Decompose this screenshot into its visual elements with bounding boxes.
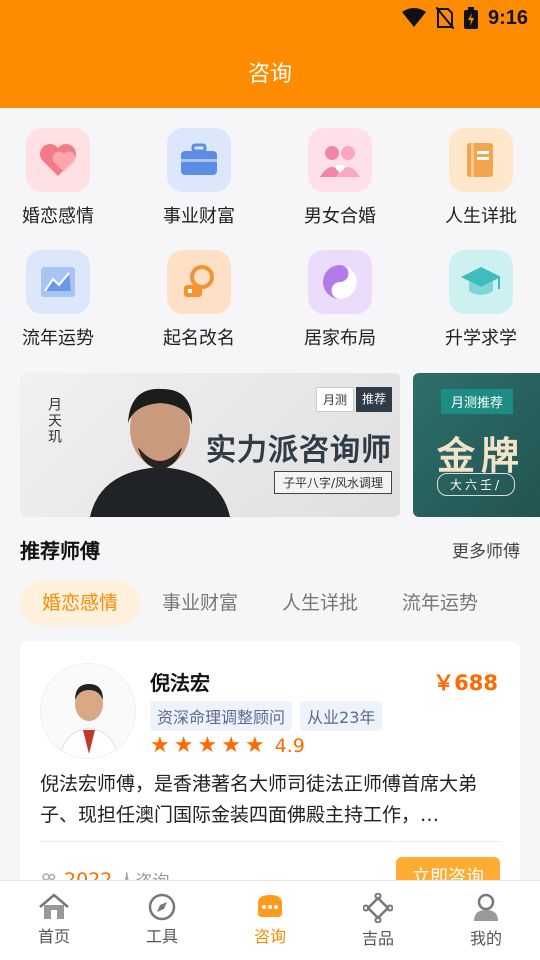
banner-carousel[interactable]: 月天玑 月测 推荐 实力派咨询师 子平八字/风水调理 月测推荐 金牌 大六壬/ <box>20 373 540 517</box>
master-tag: 资深命理调整顾问 <box>150 701 293 731</box>
rating: ★ ★ ★ ★ ★ 4.9 <box>150 733 305 758</box>
category-item-marriage-match[interactable]: 男女合婚 <box>270 128 410 228</box>
category-item-yearly-fortune[interactable]: 流年运势 <box>0 250 128 350</box>
nav-label: 工具 <box>145 927 178 946</box>
category-label: 起名改名 <box>163 328 235 349</box>
couple-icon <box>308 128 372 192</box>
banner-tag: 月测推荐 <box>441 389 514 414</box>
status-time: 9:16 <box>487 6 528 29</box>
user-icon <box>474 893 498 921</box>
divider <box>40 841 502 842</box>
category-label: 事业财富 <box>163 206 235 227</box>
category-grid: 婚恋感情 事业财富 男女合婚 人生详批 流年运势 起名改名 居家布局 升学求学 <box>0 108 540 358</box>
yinyang-icon <box>308 250 372 314</box>
battery-icon <box>463 7 478 29</box>
master-card[interactable]: 倪法宏 ￥688 资深命理调整顾问 从业23年 ★ ★ ★ ★ ★ 4.9 倪法… <box>20 641 520 901</box>
tab-yearly-fortune[interactable]: 流年运势 <box>380 580 500 626</box>
master-description: 倪法宏师傅，是香港著名大师司徒法正师傅首席大弟子、现担任澳门国际金装四面佛殿主持… <box>40 773 478 826</box>
section-header: 推荐师傅 更多师傅 <box>20 534 520 564</box>
banner-seal-text: 月天玑 <box>46 397 62 445</box>
nav-consult[interactable]: 咨询 <box>216 881 324 960</box>
home-icon <box>39 893 69 919</box>
name-icon <box>167 250 231 314</box>
bottom-nav: 首页 工具 咨询 吉品 我的 <box>0 880 540 960</box>
chat-icon <box>258 895 282 917</box>
star-icon: ★ <box>173 733 194 758</box>
header-bar: 9:16 咨询 <box>0 0 540 108</box>
knot-icon <box>363 893 393 923</box>
chart-icon <box>26 250 90 314</box>
category-label: 升学求学 <box>445 328 517 349</box>
star-icon: ★ <box>221 733 241 758</box>
nav-label: 吉品 <box>361 929 394 948</box>
status-bar: 9:16 <box>401 6 528 30</box>
banner-title: 金牌 <box>437 434 526 478</box>
category-item-career[interactable]: 事业财富 <box>129 128 269 228</box>
rating-score: 4.9 <box>274 735 305 757</box>
category-label: 居家布局 <box>304 328 376 349</box>
category-label: 人生详批 <box>445 206 517 227</box>
banner-subtitle: 子平八字/风水调理 <box>273 471 392 494</box>
category-item-naming[interactable]: 起名改名 <box>129 250 269 350</box>
wifi-icon <box>401 8 426 27</box>
heart-icon <box>26 128 90 192</box>
tab-romance[interactable]: 婚恋感情 <box>20 580 141 626</box>
book-icon <box>449 128 513 192</box>
nav-label: 咨询 <box>253 927 286 946</box>
star-icon: ★ <box>244 733 265 758</box>
nav-profile[interactable]: 我的 <box>432 881 540 960</box>
banner-tag: 月测 <box>315 387 354 412</box>
graduation-cap-icon <box>449 250 513 314</box>
nav-label: 我的 <box>469 929 502 948</box>
master-price: ￥688 <box>433 671 498 695</box>
avatar <box>40 663 136 759</box>
master-name: 倪法宏 <box>150 671 210 695</box>
category-item-home-layout[interactable]: 居家布局 <box>270 250 410 350</box>
briefcase-icon <box>167 128 231 192</box>
compass-icon <box>148 893 176 921</box>
category-item-education[interactable]: 升学求学 <box>411 250 540 350</box>
more-masters-link[interactable]: 更多师傅 <box>452 537 520 562</box>
banner-tag: 推荐 <box>355 387 392 412</box>
nav-label: 首页 <box>37 927 70 946</box>
category-item-romance[interactable]: 婚恋感情 <box>0 128 128 228</box>
section-title: 推荐师傅 <box>20 538 100 563</box>
category-label: 男女合婚 <box>304 206 376 227</box>
banner-slide[interactable]: 月天玑 月测 推荐 实力派咨询师 子平八字/风水调理 <box>20 373 400 517</box>
master-tag: 从业23年 <box>300 701 383 731</box>
category-tabs: 婚恋感情 事业财富 人生详批 流年运势 <box>20 580 500 626</box>
category-label: 流年运势 <box>22 328 94 349</box>
nav-home[interactable]: 首页 <box>0 881 108 960</box>
nav-tools[interactable]: 工具 <box>108 881 216 960</box>
banner-slide[interactable]: 月测推荐 金牌 大六壬/ <box>413 373 540 517</box>
no-sim-icon <box>435 7 454 29</box>
tab-life-reading[interactable]: 人生详批 <box>260 580 380 626</box>
nav-goods[interactable]: 吉品 <box>324 881 432 960</box>
star-icon: ★ <box>150 733 170 758</box>
category-item-life-reading[interactable]: 人生详批 <box>411 128 540 228</box>
banner-subtitle: 大六壬/ <box>437 473 516 496</box>
tab-career[interactable]: 事业财富 <box>140 580 260 626</box>
banner-title: 实力派咨询师 <box>206 433 392 468</box>
category-label: 婚恋感情 <box>22 206 94 227</box>
page-title: 咨询 <box>247 62 292 87</box>
star-icon: ★ <box>197 733 218 758</box>
